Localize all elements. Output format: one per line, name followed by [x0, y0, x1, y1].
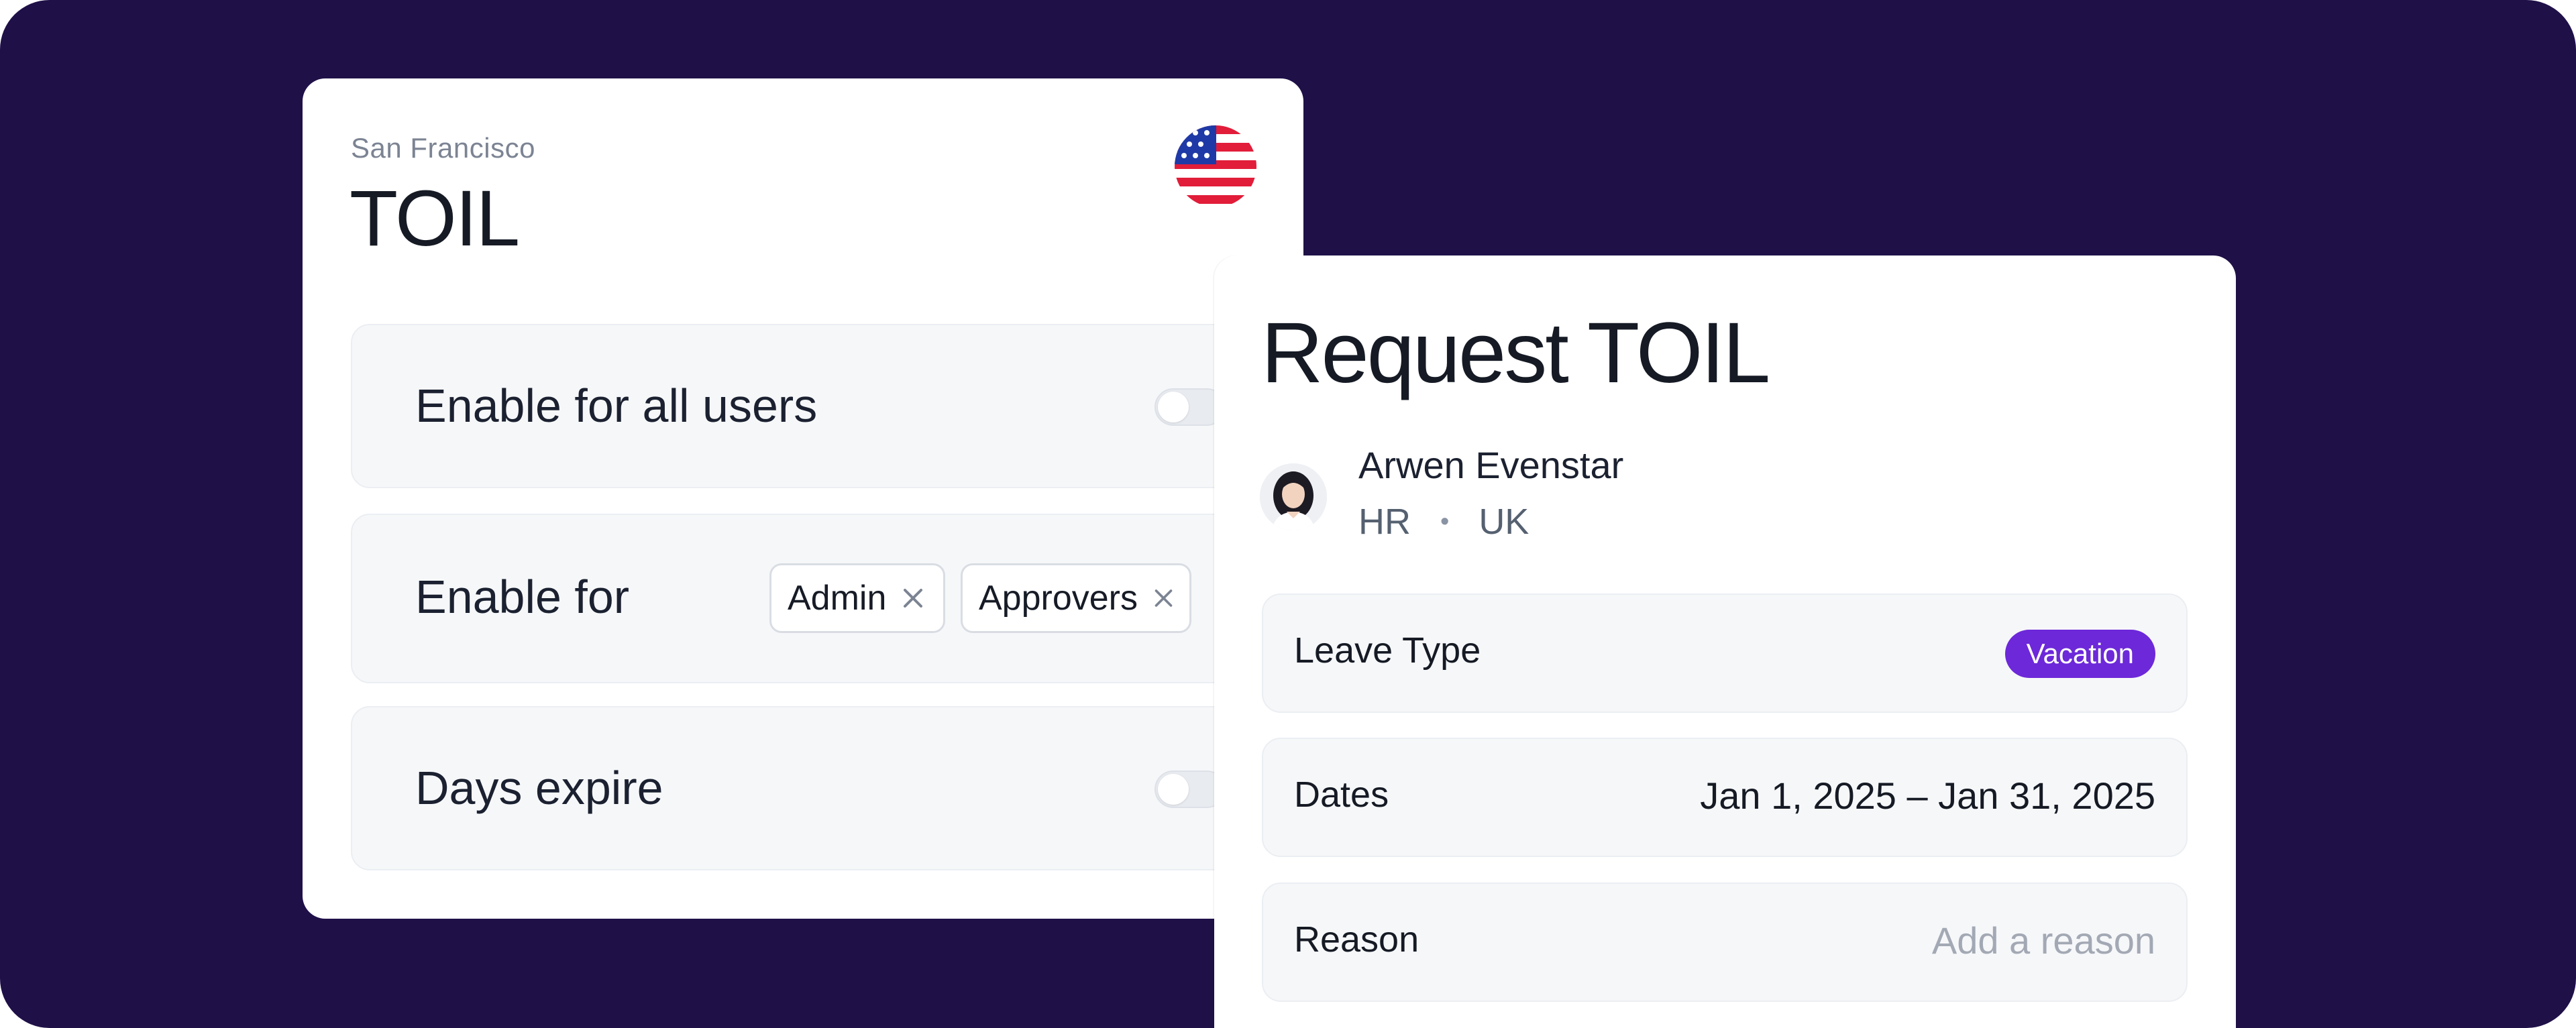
remove-chip-icon[interactable]	[901, 586, 925, 610]
enable-all-users-row: Enable for all users	[351, 324, 1283, 488]
request-title: Request TOIL	[1261, 305, 1770, 401]
days-expire-row: Days expire	[351, 706, 1283, 870]
chip-admin[interactable]: Admin	[769, 563, 945, 633]
chip-label: Approvers	[979, 579, 1138, 618]
leave-type-label: Leave Type	[1294, 630, 1481, 671]
employee-meta: HR • UK	[1358, 501, 1529, 542]
dates-label: Dates	[1294, 775, 1389, 815]
enable-all-users-label: Enable for all users	[415, 380, 818, 432]
enable-for-row: Enable for Admin Approvers	[351, 514, 1283, 683]
employee-name: Arwen Evenstar	[1358, 444, 1624, 486]
chip-label: Admin	[788, 579, 887, 618]
reason-input[interactable]: Add a reason	[1932, 919, 2155, 962]
chip-approvers[interactable]: Approvers	[961, 563, 1191, 633]
us-flag-icon	[1175, 125, 1256, 207]
avatar	[1260, 463, 1327, 530]
dates-value[interactable]: Jan 1, 2025 – Jan 31, 2025	[1700, 774, 2155, 817]
days-expire-label: Days expire	[415, 762, 663, 814]
enable-for-label: Enable for	[415, 571, 630, 623]
meta-separator: •	[1440, 507, 1450, 536]
reason-row[interactable]: Reason Add a reason	[1262, 882, 2188, 1002]
location-label: San Francisco	[351, 132, 535, 164]
page-title: TOIL	[350, 174, 520, 263]
reason-label: Reason	[1294, 919, 1419, 960]
request-toil-card: Request TOIL Arwen Evenstar HR • UK Leav…	[1214, 255, 2236, 1028]
leave-type-row[interactable]: Leave Type Vacation	[1262, 593, 2188, 713]
dates-row[interactable]: Dates Jan 1, 2025 – Jan 31, 2025	[1262, 738, 2188, 857]
background-stage: San Francisco TOIL Enable for all users …	[0, 0, 2576, 1028]
toil-settings-card: San Francisco TOIL Enable for all users …	[303, 78, 1303, 919]
leave-type-badge[interactable]: Vacation	[2004, 630, 2155, 678]
remove-chip-icon[interactable]	[1152, 586, 1175, 610]
country-label: UK	[1479, 502, 1529, 542]
department-label: HR	[1358, 502, 1411, 542]
